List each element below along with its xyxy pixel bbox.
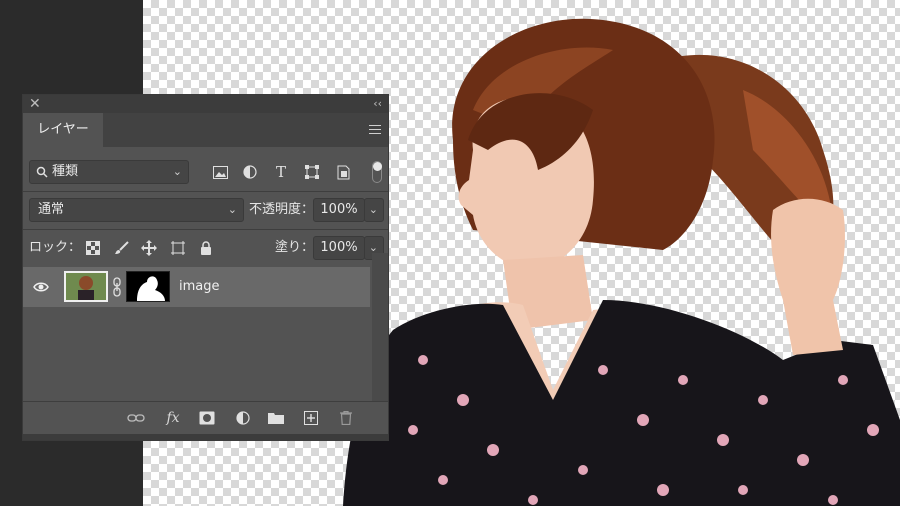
chevron-down-icon: ⌄ (172, 165, 182, 178)
link-layers-icon[interactable] (126, 408, 146, 428)
lock-artboard-icon[interactable] (169, 239, 187, 257)
layer-thumbnail[interactable] (64, 271, 108, 302)
smart-object-filter-icon[interactable] (334, 163, 352, 181)
layer-mask-thumbnail[interactable] (126, 271, 170, 302)
mask-link-chain-icon[interactable] (112, 276, 122, 298)
lock-row: ロック： 塗り： 100% ⌄ (23, 235, 388, 261)
filter-toggle[interactable] (372, 161, 382, 183)
opacity-input[interactable]: 100% (313, 198, 365, 222)
blend-mode-select[interactable]: 通常 ⌄ (29, 198, 244, 222)
adjustment-layer-icon[interactable] (233, 408, 253, 428)
close-icon[interactable]: ✕ (29, 95, 41, 113)
filter-kind-select[interactable]: 種類 ⌄ (29, 160, 189, 184)
collapse-icon[interactable]: ‹‹ (373, 95, 382, 113)
chevron-down-icon: ⌄ (227, 203, 237, 216)
shape-filter-icon[interactable] (303, 163, 321, 181)
image-filter-icon[interactable] (211, 163, 229, 181)
panel-titlebar[interactable]: ✕ ‹‹ (23, 95, 388, 113)
divider (23, 191, 388, 192)
layer-row[interactable]: image (23, 267, 370, 307)
adjustment-filter-icon[interactable] (241, 163, 259, 181)
opacity-dropdown-button[interactable]: ⌄ (364, 198, 384, 222)
blend-mode-value: 通常 (38, 202, 65, 217)
fx-icon[interactable]: fx (163, 408, 183, 428)
opacity-label: 不透明度： (249, 202, 315, 217)
search-icon (36, 161, 48, 185)
panel-tabbar: レイヤー (23, 113, 388, 147)
lock-transparent-icon[interactable] (84, 239, 102, 257)
toggle-knob (373, 162, 382, 171)
eye-visibility-icon[interactable] (33, 279, 49, 295)
lock-pixels-brush-icon[interactable] (113, 239, 131, 257)
panel-menu-icon[interactable] (369, 125, 381, 134)
blend-row: 通常 ⌄ 不透明度： 100% ⌄ (23, 197, 388, 223)
lock-position-move-icon[interactable] (140, 239, 158, 257)
fill-label: 塗り： (275, 240, 315, 255)
lock-label: ロック： (29, 240, 82, 255)
chevron-down-icon: ⌄ (368, 203, 378, 216)
panel-footer-toolbar: fx (23, 401, 388, 434)
filter-kind-label: 種類 (52, 164, 79, 179)
divider (23, 229, 388, 230)
folder-icon[interactable] (266, 408, 286, 428)
filter-row: 種類 ⌄ T (23, 159, 388, 185)
layers-scrollbar[interactable] (372, 253, 388, 401)
panel-resize-handle[interactable] (23, 434, 388, 440)
trash-icon[interactable] (336, 408, 356, 428)
layer-name[interactable]: image (179, 267, 220, 307)
new-layer-icon[interactable] (301, 408, 321, 428)
layers-panel: ✕ ‹‹ レイヤー 種類 ⌄ T 通常 ⌄ 不透明度： 100% ⌄ ロック： … (22, 94, 389, 441)
type-filter-icon[interactable]: T (272, 163, 290, 181)
add-mask-icon[interactable] (197, 408, 217, 428)
fill-input[interactable]: 100% (313, 236, 365, 260)
tab-layers[interactable]: レイヤー (23, 113, 103, 147)
lock-all-icon[interactable] (197, 239, 215, 257)
